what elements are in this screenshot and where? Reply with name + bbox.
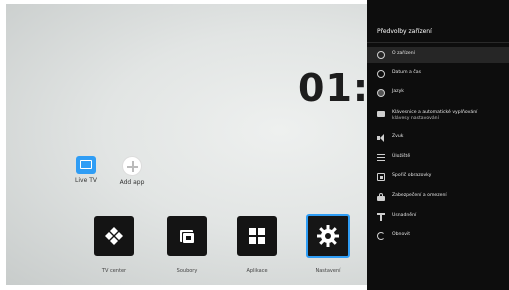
device-preferences-panel: Předvolby zařízení O zařízení Datum a ča…: [367, 0, 509, 290]
clock-icon: [377, 70, 385, 78]
menu-item-language[interactable]: Jazyk: [377, 89, 505, 97]
info-icon: [377, 51, 385, 59]
tv-screen-frame: 01:1 Live TV Add app TV center Soubory A…: [0, 0, 509, 290]
dock-aplikace[interactable]: [237, 216, 277, 256]
menu-item-label: Spořič obrazovky: [392, 173, 432, 178]
divider: [367, 42, 509, 43]
menu-item-label: O zařízení: [392, 51, 415, 56]
menu-item-label: Obnovit: [392, 232, 411, 237]
menu-item-accessibility[interactable]: Usnadnění: [377, 213, 505, 221]
speaker-icon: [377, 134, 385, 142]
menu-item-label-line1: Klávesnice a automatické vyplňování: [392, 110, 478, 115]
menu-item-sound[interactable]: Zvuk: [377, 134, 505, 142]
menu-item-label: Úložiště: [392, 154, 411, 159]
dock-label-tv-center: TV center: [101, 268, 127, 274]
menu-item-label: Klávesnice a automatické vyplňování kláv…: [392, 110, 477, 122]
dock-label-soubory: Soubory: [176, 268, 198, 274]
screensaver-icon: [377, 173, 385, 181]
dock-label-nastaveni: Nastavení: [315, 268, 341, 274]
dock-tv-center[interactable]: [94, 216, 134, 256]
gear-icon: [317, 225, 339, 247]
panel-title: Předvolby zařízení: [377, 28, 432, 35]
reset-icon: [377, 232, 385, 240]
menu-item-reset[interactable]: Obnovit: [377, 232, 505, 240]
menu-item-about[interactable]: O zařízení: [367, 47, 509, 63]
menu-item-screensaver[interactable]: Spořič obrazovky: [377, 173, 505, 181]
menu-item-keyboard[interactable]: Klávesnice a automatické vyplňování kláv…: [377, 110, 505, 122]
app-add[interactable]: Add app: [102, 156, 162, 186]
dock-label-aplikace: Aplikace: [246, 268, 268, 274]
app-label: Add app: [119, 179, 145, 186]
storage-icon: [377, 154, 385, 161]
menu-item-security[interactable]: Zabezpečení a omezení: [377, 193, 505, 201]
accessibility-icon: [377, 213, 385, 221]
menu-item-label-line2: klávesy nastavování: [392, 116, 439, 121]
live-tv-icon: [76, 156, 96, 174]
menu-item-label: Zabezpečení a omezení: [392, 193, 447, 198]
menu-item-label: Zvuk: [392, 134, 404, 139]
dock-nastaveni[interactable]: [306, 214, 350, 258]
menu-item-label: Usnadnění: [392, 213, 417, 218]
grid-icon: [249, 228, 265, 244]
menu-item-label: Datum a čas: [392, 70, 422, 75]
folder-icon: [180, 230, 195, 244]
menu-item-label: Jazyk: [392, 89, 404, 94]
keyboard-icon: [377, 111, 385, 117]
kodi-icon: [105, 227, 123, 245]
add-icon: [122, 156, 142, 176]
globe-icon: [377, 89, 385, 97]
dock-soubory[interactable]: [167, 216, 207, 256]
lock-icon: [377, 193, 385, 201]
menu-item-storage[interactable]: Úložiště: [377, 154, 505, 161]
menu-item-date-time[interactable]: Datum a čas: [377, 70, 505, 78]
